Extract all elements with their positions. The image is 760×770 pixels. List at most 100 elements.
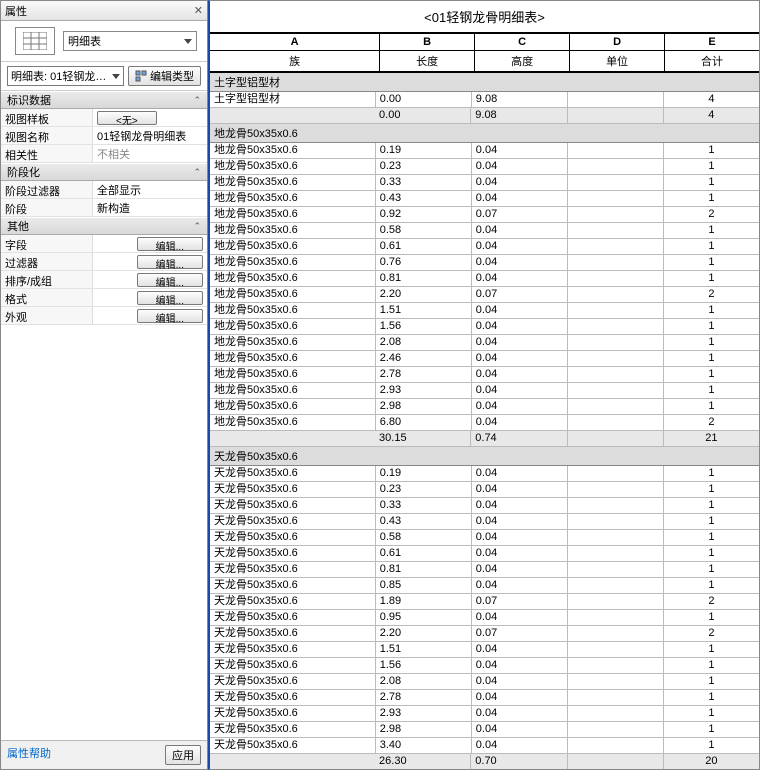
edit-type-button[interactable]: 编辑类型 — [128, 66, 201, 86]
table-row[interactable]: 地龙骨50x35x0.62.930.041 — [210, 383, 759, 399]
edit-type-icon — [135, 70, 147, 82]
table-row[interactable]: 天龙骨50x35x0.62.200.072 — [210, 626, 759, 642]
type-instance-combo[interactable]: 明细表: 01轻钢龙骨目 — [7, 66, 124, 86]
schedule-body[interactable]: 土字型铝型材土字型铝型材0.009.0840.009.084地龙骨50x35x0… — [210, 73, 759, 769]
property-row: 阶段过滤器全部显示 — [1, 181, 207, 199]
group-header[interactable]: 土字型铝型材 — [210, 73, 759, 92]
table-row[interactable]: 天龙骨50x35x0.60.190.041 — [210, 466, 759, 482]
column-header[interactable]: 高度 — [475, 51, 570, 71]
edit-button[interactable]: 编辑... — [137, 291, 203, 305]
table-row[interactable]: 天龙骨50x35x0.60.580.041 — [210, 530, 759, 546]
group-header[interactable]: 天龙骨50x35x0.6 — [210, 447, 759, 466]
table-row[interactable]: 地龙骨50x35x0.60.610.041 — [210, 239, 759, 255]
table-row[interactable]: 地龙骨50x35x0.62.200.072 — [210, 287, 759, 303]
property-key: 阶段 — [1, 199, 93, 216]
column-header[interactable]: 合计 — [665, 51, 759, 71]
table-row[interactable]: 地龙骨50x35x0.61.560.041 — [210, 319, 759, 335]
table-row[interactable]: 天龙骨50x35x0.63.400.041 — [210, 738, 759, 754]
value-button[interactable]: <无> — [97, 111, 157, 125]
group-total-row: 26.300.7020 — [210, 754, 759, 769]
edit-type-label: 编辑类型 — [150, 68, 194, 84]
table-row[interactable]: 地龙骨50x35x0.60.760.041 — [210, 255, 759, 271]
property-key: 排序/成组 — [1, 271, 93, 288]
table-row[interactable]: 地龙骨50x35x0.62.460.041 — [210, 351, 759, 367]
property-row: 视图名称01轻钢龙骨明细表 — [1, 127, 207, 145]
edit-button[interactable]: 编辑... — [137, 237, 203, 251]
table-row[interactable]: 地龙骨50x35x0.60.430.041 — [210, 191, 759, 207]
table-row[interactable]: 地龙骨50x35x0.62.980.041 — [210, 399, 759, 415]
property-key: 视图样板 — [1, 109, 93, 126]
property-value[interactable]: 编辑... — [93, 253, 207, 270]
property-key: 相关性 — [1, 145, 93, 162]
column-letter[interactable]: E — [665, 34, 759, 50]
property-value[interactable]: 全部显示 — [93, 181, 207, 198]
column-header[interactable]: 长度 — [380, 51, 475, 71]
table-row[interactable]: 天龙骨50x35x0.60.330.041 — [210, 498, 759, 514]
panel-spacer — [1, 325, 207, 740]
group-header[interactable]: 地龙骨50x35x0.6 — [210, 124, 759, 143]
schedule-header: ABCDE 族长度高度单位合计 — [210, 32, 759, 73]
apply-button[interactable]: 应用 — [165, 745, 201, 765]
schedule-view: <01轻钢龙骨明细表> ABCDE 族长度高度单位合计 土字型铝型材土字型铝型材… — [208, 0, 760, 770]
table-row[interactable]: 天龙骨50x35x0.61.560.041 — [210, 658, 759, 674]
property-key: 阶段过滤器 — [1, 181, 93, 198]
section-header[interactable]: 阶段化⌃ — [1, 163, 207, 181]
table-row[interactable]: 地龙骨50x35x0.60.580.041 — [210, 223, 759, 239]
table-row[interactable]: 天龙骨50x35x0.61.890.072 — [210, 594, 759, 610]
section-header[interactable]: 其他⌃ — [1, 217, 207, 235]
edit-button[interactable]: 编辑... — [137, 309, 203, 323]
table-row[interactable]: 地龙骨50x35x0.60.190.041 — [210, 143, 759, 159]
properties-help-link[interactable]: 属性帮助 — [7, 745, 51, 765]
column-letter[interactable]: A — [210, 34, 380, 50]
edit-button[interactable]: 编辑... — [137, 273, 203, 287]
collapse-icon: ⌃ — [193, 221, 201, 232]
property-value[interactable]: 编辑... — [93, 289, 207, 306]
table-row[interactable]: 天龙骨50x35x0.60.850.041 — [210, 578, 759, 594]
table-row[interactable]: 地龙骨50x35x0.61.510.041 — [210, 303, 759, 319]
edit-type-row: 明细表: 01轻钢龙骨目 编辑类型 — [1, 62, 207, 91]
table-row[interactable]: 地龙骨50x35x0.60.230.041 — [210, 159, 759, 175]
table-row[interactable]: 天龙骨50x35x0.62.980.041 — [210, 722, 759, 738]
property-value[interactable]: 不相关 — [93, 145, 207, 162]
property-value[interactable]: 01轻钢龙骨明细表 — [93, 127, 207, 144]
table-row[interactable]: 地龙骨50x35x0.62.080.041 — [210, 335, 759, 351]
close-icon[interactable]: ✕ — [194, 4, 203, 17]
table-row[interactable]: 地龙骨50x35x0.60.920.072 — [210, 207, 759, 223]
group-total-row: 30.150.7421 — [210, 431, 759, 447]
table-row[interactable]: 地龙骨50x35x0.60.330.041 — [210, 175, 759, 191]
property-value[interactable]: <无> — [93, 109, 207, 126]
table-row[interactable]: 天龙骨50x35x0.60.230.041 — [210, 482, 759, 498]
property-value[interactable]: 编辑... — [93, 307, 207, 324]
column-header[interactable]: 族 — [210, 51, 380, 71]
table-row[interactable]: 天龙骨50x35x0.60.950.041 — [210, 610, 759, 626]
type-selector-combo[interactable]: 明细表 — [63, 31, 197, 51]
table-row[interactable]: 地龙骨50x35x0.66.800.042 — [210, 415, 759, 431]
table-row[interactable]: 天龙骨50x35x0.61.510.041 — [210, 642, 759, 658]
property-key: 外观 — [1, 307, 93, 324]
table-row[interactable]: 天龙骨50x35x0.62.080.041 — [210, 674, 759, 690]
property-row: 相关性不相关 — [1, 145, 207, 163]
property-value[interactable]: 编辑... — [93, 271, 207, 288]
table-row[interactable]: 天龙骨50x35x0.62.930.041 — [210, 706, 759, 722]
property-sections: 标识数据⌃视图样板 <无> 视图名称01轻钢龙骨明细表相关性不相关阶段化⌃阶段过滤器… — [1, 91, 207, 325]
column-letter[interactable]: B — [380, 34, 475, 50]
type-instance-label: 明细表: 01轻钢龙骨目 — [11, 68, 112, 84]
property-value[interactable]: 编辑... — [93, 235, 207, 252]
chevron-down-icon — [112, 74, 120, 79]
table-row[interactable]: 天龙骨50x35x0.60.430.041 — [210, 514, 759, 530]
table-row[interactable]: 土字型铝型材0.009.084 — [210, 92, 759, 108]
table-row[interactable]: 地龙骨50x35x0.60.810.041 — [210, 271, 759, 287]
property-row: 视图样板 <无> — [1, 109, 207, 127]
column-letter[interactable]: C — [475, 34, 570, 50]
table-row[interactable]: 天龙骨50x35x0.62.780.041 — [210, 690, 759, 706]
edit-button[interactable]: 编辑... — [137, 255, 203, 269]
table-row[interactable]: 天龙骨50x35x0.60.610.041 — [210, 546, 759, 562]
panel-title: 属性 — [5, 3, 27, 19]
column-letter[interactable]: D — [570, 34, 665, 50]
table-row[interactable]: 天龙骨50x35x0.60.810.041 — [210, 562, 759, 578]
property-value[interactable]: 新构造 — [93, 199, 207, 216]
property-key: 字段 — [1, 235, 93, 252]
table-row[interactable]: 地龙骨50x35x0.62.780.041 — [210, 367, 759, 383]
column-header[interactable]: 单位 — [570, 51, 665, 71]
section-header[interactable]: 标识数据⌃ — [1, 91, 207, 109]
